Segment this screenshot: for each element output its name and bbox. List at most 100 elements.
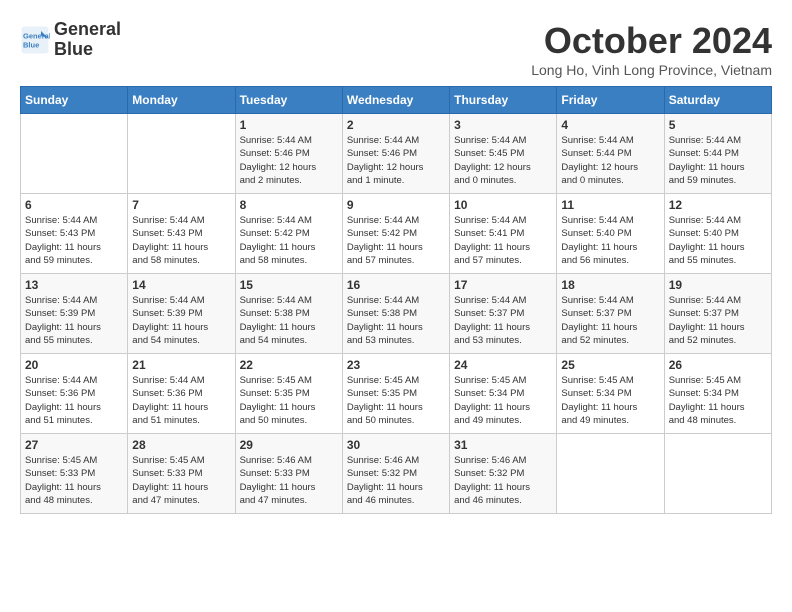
calendar-cell: 8 Sunrise: 5:44 AMSunset: 5:42 PMDaylight… — [235, 194, 342, 274]
calendar-cell: 7Sunrise: 5:44 AMSunset: 5:43 PMDaylight… — [128, 194, 235, 274]
calendar-cell: 21Sunrise: 5:44 AMSunset: 5:36 PMDayligh… — [128, 354, 235, 434]
day-info: Sunrise: 5:45 AMSunset: 5:34 PMDaylight:… — [561, 374, 659, 427]
day-number: 8 — [240, 198, 338, 212]
day-number: 22 — [240, 358, 338, 372]
calendar-cell: 23Sunrise: 5:45 AMSunset: 5:35 PMDayligh… — [342, 354, 449, 434]
day-info: Sunrise: 5:46 AMSunset: 5:32 PMDaylight:… — [347, 454, 445, 507]
calendar-week-1: 1 Sunrise: 5:44 AMSunset: 5:46 PMDaylight… — [21, 114, 772, 194]
day-number: 6 — [25, 198, 123, 212]
calendar-cell: 25 Sunrise: 5:45 AMSunset: 5:34 PMDayligh… — [557, 354, 664, 434]
calendar-body: 1 Sunrise: 5:44 AMSunset: 5:46 PMDaylight… — [21, 114, 772, 514]
location: Long Ho, Vinh Long Province, Vietnam — [531, 62, 772, 78]
day-number: 16 — [347, 278, 445, 292]
day-number: 19 — [669, 278, 767, 292]
day-info: Sunrise: 5:45 AMSunset: 5:33 PMDaylight:… — [25, 454, 123, 507]
day-info: Sunrise: 5:44 AMSunset: 5:37 PMDaylight:… — [561, 294, 659, 347]
day-info: Sunrise: 5:44 AMSunset: 5:42 PMDaylight:… — [347, 214, 445, 267]
day-number: 13 — [25, 278, 123, 292]
day-number: 18 — [561, 278, 659, 292]
day-header-monday: Monday — [128, 87, 235, 114]
calendar-table: SundayMondayTuesdayWednesdayThursdayFrid… — [20, 86, 772, 514]
calendar-cell: 29 Sunrise: 5:46 AMSunset: 5:33 PMDayligh… — [235, 434, 342, 514]
day-number: 4 — [561, 118, 659, 132]
calendar-week-2: 6Sunrise: 5:44 AMSunset: 5:43 PMDaylight… — [21, 194, 772, 274]
calendar-cell: 1 Sunrise: 5:44 AMSunset: 5:46 PMDaylight… — [235, 114, 342, 194]
calendar-cell: 28 Sunrise: 5:45 AMSunset: 5:33 PMDayligh… — [128, 434, 235, 514]
day-number: 14 — [132, 278, 230, 292]
day-info: Sunrise: 5:44 AMSunset: 5:37 PMDaylight:… — [669, 294, 767, 347]
calendar-week-5: 27Sunrise: 5:45 AMSunset: 5:33 PMDayligh… — [21, 434, 772, 514]
day-info: Sunrise: 5:44 AMSunset: 5:37 PMDaylight:… — [454, 294, 552, 347]
calendar-cell: 30 Sunrise: 5:46 AMSunset: 5:32 PMDayligh… — [342, 434, 449, 514]
day-info: Sunrise: 5:45 AMSunset: 5:34 PMDaylight:… — [454, 374, 552, 427]
calendar-cell — [557, 434, 664, 514]
day-info: Sunrise: 5:44 AMSunset: 5:42 PMDaylight:… — [240, 214, 338, 267]
svg-text:Blue: Blue — [23, 40, 39, 49]
calendar-cell: 3 Sunrise: 5:44 AMSunset: 5:45 PMDaylight… — [450, 114, 557, 194]
day-info: Sunrise: 5:44 AMSunset: 5:40 PMDaylight:… — [561, 214, 659, 267]
day-info: Sunrise: 5:44 AMSunset: 5:46 PMDaylight:… — [240, 134, 338, 187]
calendar-cell: 9 Sunrise: 5:44 AMSunset: 5:42 PMDaylight… — [342, 194, 449, 274]
day-number: 3 — [454, 118, 552, 132]
day-header-tuesday: Tuesday — [235, 87, 342, 114]
calendar-week-3: 13 Sunrise: 5:44 AMSunset: 5:39 PMDayligh… — [21, 274, 772, 354]
calendar-cell: 22 Sunrise: 5:45 AMSunset: 5:35 PMDayligh… — [235, 354, 342, 434]
day-number: 25 — [561, 358, 659, 372]
day-info: Sunrise: 5:44 AMSunset: 5:36 PMDaylight:… — [132, 374, 230, 427]
day-number: 20 — [25, 358, 123, 372]
day-info: Sunrise: 5:45 AMSunset: 5:33 PMDaylight:… — [132, 454, 230, 507]
calendar-cell: 19 Sunrise: 5:44 AMSunset: 5:37 PMDayligh… — [664, 274, 771, 354]
day-number: 5 — [669, 118, 767, 132]
day-info: Sunrise: 5:46 AMSunset: 5:33 PMDaylight:… — [240, 454, 338, 507]
day-number: 17 — [454, 278, 552, 292]
day-number: 1 — [240, 118, 338, 132]
calendar-week-4: 20 Sunrise: 5:44 AMSunset: 5:36 PMDayligh… — [21, 354, 772, 434]
calendar-cell: 17 Sunrise: 5:44 AMSunset: 5:37 PMDayligh… — [450, 274, 557, 354]
day-info: Sunrise: 5:45 AMSunset: 5:35 PMDaylight:… — [240, 374, 338, 427]
logo-line1: General — [54, 20, 121, 40]
title-block: October 2024 Long Ho, Vinh Long Province… — [531, 20, 772, 78]
calendar-cell: 4Sunrise: 5:44 AMSunset: 5:44 PMDaylight… — [557, 114, 664, 194]
day-number: 12 — [669, 198, 767, 212]
day-number: 28 — [132, 438, 230, 452]
calendar-cell: 15Sunrise: 5:44 AMSunset: 5:38 PMDayligh… — [235, 274, 342, 354]
day-number: 7 — [132, 198, 230, 212]
day-info: Sunrise: 5:44 AMSunset: 5:46 PMDaylight:… — [347, 134, 445, 187]
day-info: Sunrise: 5:44 AMSunset: 5:39 PMDaylight:… — [25, 294, 123, 347]
calendar-cell — [664, 434, 771, 514]
day-number: 30 — [347, 438, 445, 452]
calendar-cell — [21, 114, 128, 194]
day-number: 2 — [347, 118, 445, 132]
day-info: Sunrise: 5:44 AMSunset: 5:36 PMDaylight:… — [25, 374, 123, 427]
day-info: Sunrise: 5:44 AMSunset: 5:44 PMDaylight:… — [669, 134, 767, 187]
day-info: Sunrise: 5:46 AMSunset: 5:32 PMDaylight:… — [454, 454, 552, 507]
day-number: 15 — [240, 278, 338, 292]
day-number: 29 — [240, 438, 338, 452]
page-header: General Blue General Blue October 2024 L… — [20, 20, 772, 78]
day-number: 31 — [454, 438, 552, 452]
calendar-cell — [128, 114, 235, 194]
day-info: Sunrise: 5:44 AMSunset: 5:41 PMDaylight:… — [454, 214, 552, 267]
calendar-cell: 14 Sunrise: 5:44 AMSunset: 5:39 PMDayligh… — [128, 274, 235, 354]
day-number: 9 — [347, 198, 445, 212]
day-number: 24 — [454, 358, 552, 372]
day-header-friday: Friday — [557, 87, 664, 114]
calendar-cell: 11 Sunrise: 5:44 AMSunset: 5:40 PMDayligh… — [557, 194, 664, 274]
day-info: Sunrise: 5:44 AMSunset: 5:45 PMDaylight:… — [454, 134, 552, 187]
calendar-cell: 6Sunrise: 5:44 AMSunset: 5:43 PMDaylight… — [21, 194, 128, 274]
day-info: Sunrise: 5:45 AMSunset: 5:34 PMDaylight:… — [669, 374, 767, 427]
day-number: 11 — [561, 198, 659, 212]
calendar-cell: 5 Sunrise: 5:44 AMSunset: 5:44 PMDaylight… — [664, 114, 771, 194]
calendar-cell: 20 Sunrise: 5:44 AMSunset: 5:36 PMDayligh… — [21, 354, 128, 434]
logo-line2: Blue — [54, 40, 121, 60]
calendar-cell: 18 Sunrise: 5:44 AMSunset: 5:37 PMDayligh… — [557, 274, 664, 354]
day-header-saturday: Saturday — [664, 87, 771, 114]
day-info: Sunrise: 5:44 AMSunset: 5:39 PMDaylight:… — [132, 294, 230, 347]
day-header-wednesday: Wednesday — [342, 87, 449, 114]
logo-icon: General Blue — [20, 25, 50, 55]
day-header-thursday: Thursday — [450, 87, 557, 114]
logo: General Blue General Blue — [20, 20, 121, 60]
month-title: October 2024 — [531, 20, 772, 62]
calendar-cell: 31 Sunrise: 5:46 AMSunset: 5:32 PMDayligh… — [450, 434, 557, 514]
day-info: Sunrise: 5:44 AMSunset: 5:38 PMDaylight:… — [347, 294, 445, 347]
